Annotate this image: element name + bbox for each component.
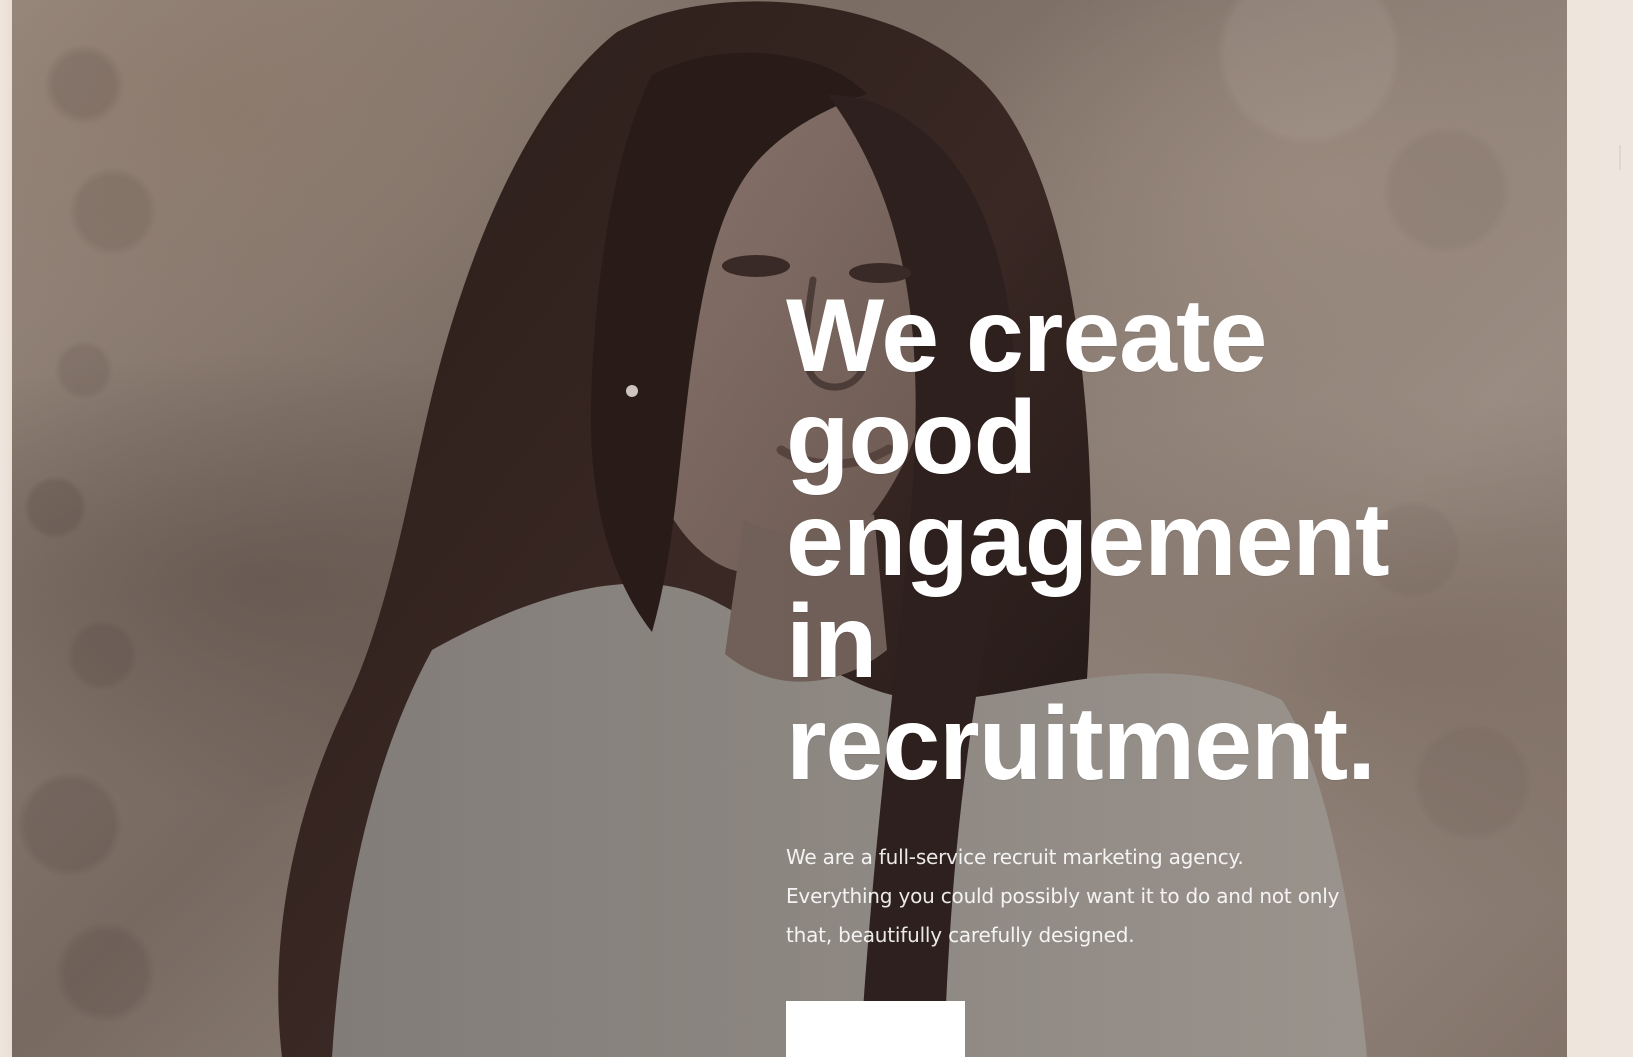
hero-subtext: We are a full-service recruit marketing … [786, 838, 1406, 955]
headline-line-4: in [786, 583, 877, 700]
headline-line-1: We create [786, 278, 1267, 394]
subtext-line-2: Everything you could possibly want it to… [786, 883, 1340, 908]
page-canvas: We create good engagement in recruitment… [0, 0, 1633, 1057]
headline-line-3: engagement [786, 481, 1390, 598]
subtext-line-1: We are a full-service recruit marketing … [786, 844, 1244, 869]
hero-cta-button[interactable] [786, 1001, 965, 1057]
headline-line-2: good [786, 379, 1037, 496]
subtext-line-3: that, beautifully carefully designed. [786, 922, 1135, 947]
headline-line-5: recruitment. [786, 685, 1376, 802]
right-edge-fade [1567, 0, 1633, 1057]
hero-copy: We create good engagement in recruitment… [786, 278, 1506, 955]
right-edge-highlight [1619, 145, 1621, 170]
hero-headline: We create good engagement in recruitment… [786, 278, 1506, 802]
